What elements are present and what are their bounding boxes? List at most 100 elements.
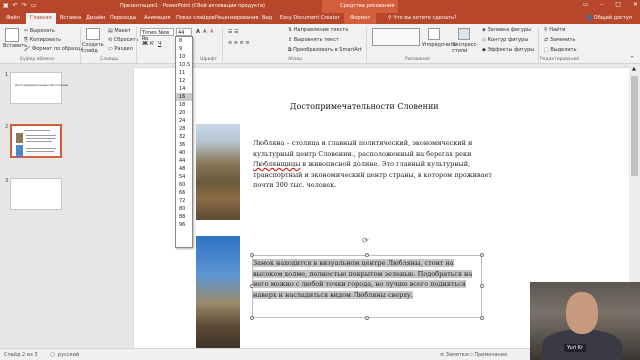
- font-size-option[interactable]: 18: [176, 101, 192, 109]
- resize-handle[interactable]: [250, 253, 254, 257]
- notes-button[interactable]: ≡ Заметки: [440, 352, 468, 358]
- bold-icon[interactable]: Ж: [142, 41, 148, 47]
- font-size-option[interactable]: 88: [176, 213, 192, 221]
- quick-styles-icon[interactable]: [458, 28, 470, 40]
- shape-fill-button[interactable]: ◈ Заливка фигуры: [482, 27, 531, 33]
- slide-thumbnail-3[interactable]: [10, 178, 62, 210]
- underline-icon[interactable]: Ч: [158, 41, 161, 47]
- scroll-up-icon[interactable]: ▲: [632, 66, 636, 72]
- font-size-option[interactable]: 8: [176, 37, 192, 45]
- tab-animations[interactable]: Анимация: [144, 15, 170, 21]
- clear-formatting-icon[interactable]: A: [210, 29, 213, 35]
- maximize-button[interactable]: □: [615, 1, 621, 8]
- tab-view[interactable]: Вид: [262, 15, 272, 21]
- smartart-button[interactable]: ⧉ Преобразовать в SmartArt: [288, 47, 362, 53]
- arrange-icon[interactable]: [428, 28, 440, 40]
- spellcheck-icon[interactable]: ▢: [50, 352, 55, 358]
- italic-icon[interactable]: К: [150, 41, 154, 47]
- resize-handle[interactable]: [365, 253, 369, 257]
- font-size-option[interactable]: 28: [176, 125, 192, 133]
- undo-icon[interactable]: ↶: [13, 2, 18, 9]
- ljubljana-photo[interactable]: [196, 124, 240, 220]
- font-size-dropdown[interactable]: 8 9 10 10,5 11 12 14 16 18 20 24 28 32 36 40 44 48 54 60 66…: [175, 36, 193, 248]
- shapes-gallery[interactable]: [372, 28, 420, 46]
- shape-effects-button[interactable]: ◆ Эффекты фигуры: [482, 47, 534, 53]
- font-size-option[interactable]: 72: [176, 197, 192, 205]
- format-painter-button[interactable]: 🖌 Формат по образцу: [24, 46, 83, 52]
- slide-thumbnail-2[interactable]: [10, 124, 62, 158]
- share-button[interactable]: 👤 Общий доступ: [586, 15, 632, 21]
- font-size-field[interactable]: 44: [176, 28, 192, 36]
- font-size-option[interactable]: 44: [176, 157, 192, 165]
- save-icon[interactable]: ▣: [3, 2, 9, 9]
- find-button[interactable]: ⚲ Найти: [544, 27, 566, 33]
- copy-button[interactable]: ⎘ Копировать: [24, 37, 61, 43]
- font-name-field[interactable]: Times New Ro: [140, 28, 174, 42]
- new-slide-icon[interactable]: [86, 28, 100, 40]
- grow-font-icon[interactable]: A: [196, 29, 200, 35]
- tab-file[interactable]: Файл: [6, 15, 20, 21]
- text-block-ljubljana[interactable]: Любляна – столица и главный политический…: [253, 138, 503, 191]
- tab-transitions[interactable]: Переходы: [110, 15, 137, 21]
- font-size-option[interactable]: 40: [176, 149, 192, 157]
- slide-title[interactable]: Достопримечательности Словении: [290, 102, 439, 111]
- font-size-option[interactable]: 10,5: [176, 61, 192, 69]
- resize-handle[interactable]: [365, 316, 369, 320]
- tab-review[interactable]: Рецензирование: [215, 15, 259, 21]
- font-size-option[interactable]: 11: [176, 69, 192, 77]
- layout-button[interactable]: ▤ Макет: [108, 28, 131, 34]
- font-size-option[interactable]: 96: [176, 221, 192, 229]
- bullets-icon[interactable]: ☰ ☰: [228, 29, 239, 35]
- replace-button[interactable]: ⇄ Заменить: [544, 37, 575, 43]
- tab-format[interactable]: Формат: [344, 13, 377, 24]
- resize-handle[interactable]: [480, 316, 484, 320]
- font-size-option[interactable]: 20: [176, 109, 192, 117]
- section-button[interactable]: ▭ Раздел: [108, 46, 133, 52]
- resize-handle[interactable]: [480, 253, 484, 257]
- collapse-ribbon-icon[interactable]: ^: [630, 56, 634, 62]
- shrink-font-icon[interactable]: A: [203, 29, 206, 35]
- quick-styles-button[interactable]: Экспресс-стили: [452, 42, 478, 54]
- new-slide-button[interactable]: Создать слайд: [82, 42, 104, 54]
- paste-icon[interactable]: [5, 28, 19, 42]
- font-size-option[interactable]: 48: [176, 165, 192, 173]
- tell-me-search[interactable]: ⚲ Что вы хотите сделать?: [388, 15, 457, 21]
- font-size-option[interactable]: 10: [176, 53, 192, 61]
- reset-button[interactable]: ⟲ Сбросить: [108, 37, 138, 43]
- font-size-option[interactable]: 54: [176, 173, 192, 181]
- font-size-option[interactable]: 14: [176, 85, 192, 93]
- tab-slideshow[interactable]: Показ слайдов: [176, 15, 215, 21]
- minimize-button[interactable]: –: [600, 1, 603, 8]
- font-size-option[interactable]: 36: [176, 141, 192, 149]
- font-size-option[interactable]: 16: [176, 93, 192, 102]
- font-size-option[interactable]: 60: [176, 181, 192, 189]
- scrollbar-thumb[interactable]: [631, 76, 638, 176]
- font-size-option[interactable]: 24: [176, 117, 192, 125]
- font-size-option[interactable]: 66: [176, 189, 192, 197]
- ribbon-display-icon[interactable]: ▭: [583, 1, 589, 8]
- castle-photo[interactable]: [196, 236, 240, 348]
- select-button[interactable]: ⬚ Выделить: [544, 47, 577, 53]
- comments-button[interactable]: ▭ Примечания: [468, 352, 507, 358]
- tab-insert[interactable]: Вставка: [60, 15, 81, 21]
- shape-outline-button[interactable]: ◇ Контур фигуры: [482, 37, 528, 43]
- text-direction-button[interactable]: ⇅ Направление текста: [288, 27, 348, 33]
- font-size-option[interactable]: 32: [176, 133, 192, 141]
- align-icons[interactable]: ≡ ≡ ≡ ≡: [228, 40, 250, 46]
- start-slideshow-icon[interactable]: ▭: [31, 2, 37, 9]
- tab-easy-document-creator[interactable]: Easy Document Creator: [280, 15, 340, 21]
- font-size-option[interactable]: 12: [176, 77, 192, 85]
- redo-icon[interactable]: ↷: [22, 2, 27, 9]
- cut-button[interactable]: ✂ Вырезать: [24, 28, 55, 34]
- font-size-option[interactable]: 80: [176, 205, 192, 213]
- slide-thumbnail-1[interactable]: Достопримечательности Словении: [10, 72, 71, 104]
- tab-design[interactable]: Дизайн: [86, 15, 105, 21]
- resize-handle[interactable]: [250, 316, 254, 320]
- language-indicator[interactable]: русский: [58, 352, 79, 358]
- font-size-option[interactable]: 9: [176, 45, 192, 53]
- align-text-button[interactable]: ⇕ Выровнять текст: [288, 37, 339, 43]
- close-button[interactable]: ✕: [633, 1, 638, 8]
- rotate-handle-icon[interactable]: ⟳: [362, 236, 369, 245]
- text-block-castle[interactable]: Замок находится в визуальном центре Любл…: [253, 258, 481, 300]
- tab-home[interactable]: Главная: [26, 13, 56, 24]
